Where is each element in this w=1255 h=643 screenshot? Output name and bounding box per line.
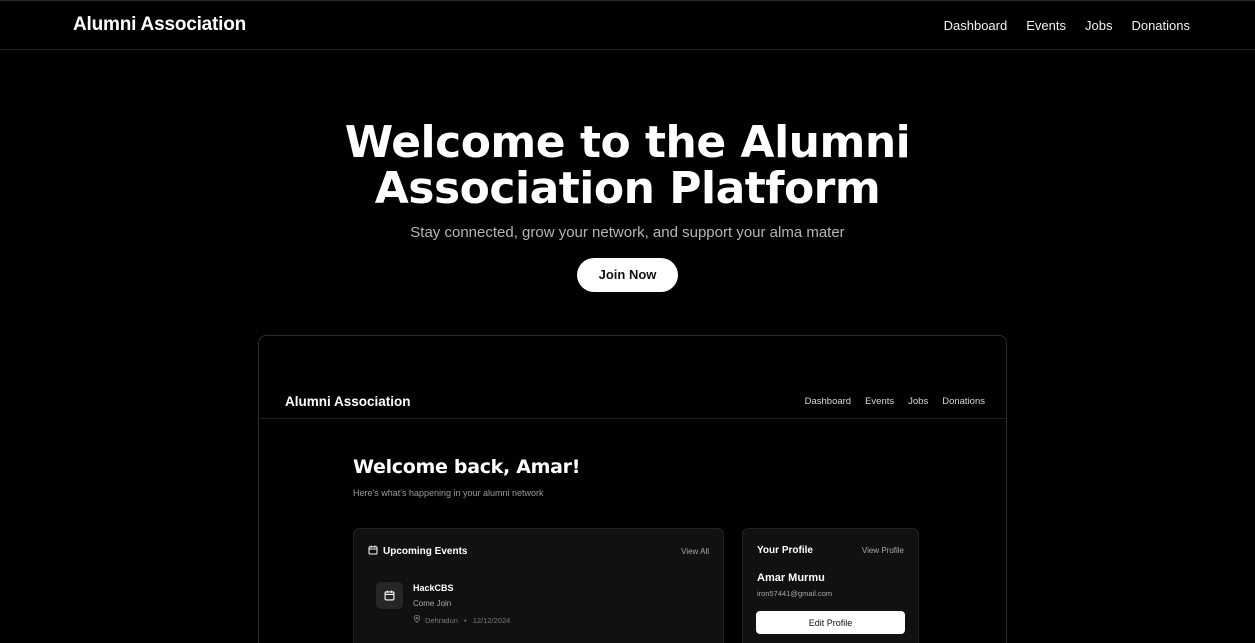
map-pin-icon [413,614,421,625]
hero-title: Welcome to the Alumni Association Platfo… [0,120,1255,212]
preview-nav-events[interactable]: Events [865,396,894,407]
event-location: Dehradun [425,615,458,625]
profile-email: iron57441@gmail.com [757,589,833,598]
nav-link-donations[interactable]: Donations [1131,18,1190,33]
dashboard-preview: Alumni Association Dashboard Events Jobs… [258,335,1007,643]
event-item[interactable]: HackCBS Come Join Dehradun • 12/12/2024 [354,558,723,625]
events-card-title: Upcoming Events [368,545,467,558]
profile-card: Your Profile View Profile Amar Murmu iro… [742,528,919,643]
top-navbar: Alumni Association Dashboard Events Jobs… [0,0,1255,50]
preview-nav-jobs[interactable]: Jobs [908,396,928,407]
nav-link-events[interactable]: Events [1026,18,1066,33]
upcoming-events-card: Upcoming Events View All HackCBS Come Jo… [353,528,724,643]
event-date: 12/12/2024 [472,615,511,625]
event-details: HackCBS Come Join Dehradun • 12/12/2024 [413,582,510,625]
view-all-events-link[interactable]: View All [681,547,709,556]
nav-link-dashboard[interactable]: Dashboard [944,18,1008,33]
hero-title-line2: Association Platform [374,163,881,214]
event-name: HackCBS [413,583,454,593]
view-profile-link[interactable]: View Profile [862,546,904,555]
meta-separator: • [461,615,469,625]
edit-profile-button[interactable]: Edit Profile [756,611,905,634]
event-description: Come Join [413,599,452,608]
preview-brand[interactable]: Alumni Association [285,394,411,409]
event-calendar-icon [376,582,403,609]
hero-subtitle: Stay connected, grow your network, and s… [410,224,845,241]
calendar-icon [368,545,378,558]
nav-link-jobs[interactable]: Jobs [1085,18,1112,33]
welcome-title: Welcome back, Amar! [353,456,581,478]
events-card-header: Upcoming Events View All [354,529,723,558]
profile-name: Amar Murmu [757,572,825,584]
profile-card-title: Your Profile [757,545,813,556]
events-card-title-text: Upcoming Events [383,546,468,557]
preview-nav-links: Dashboard Events Jobs Donations [805,396,985,407]
event-meta: Dehradun • 12/12/2024 [413,614,511,625]
profile-card-header: Your Profile View Profile [743,529,918,556]
nav-links: Dashboard Events Jobs Donations [944,18,1190,33]
join-now-button[interactable]: Join Now [577,258,678,292]
preview-navbar: Alumni Association Dashboard Events Jobs… [259,384,1006,419]
welcome-subtitle: Here's what's happening in your alumni n… [353,488,544,498]
welcome-block: Welcome back, Amar! Here's what's happen… [353,456,580,498]
brand-logo[interactable]: Alumni Association [73,14,246,36]
preview-nav-dashboard[interactable]: Dashboard [805,396,851,407]
hero-section: Welcome to the Alumni Association Platfo… [0,120,1255,292]
preview-nav-donations[interactable]: Donations [942,396,985,407]
hero-title-line1: Welcome to the Alumni [344,117,911,168]
